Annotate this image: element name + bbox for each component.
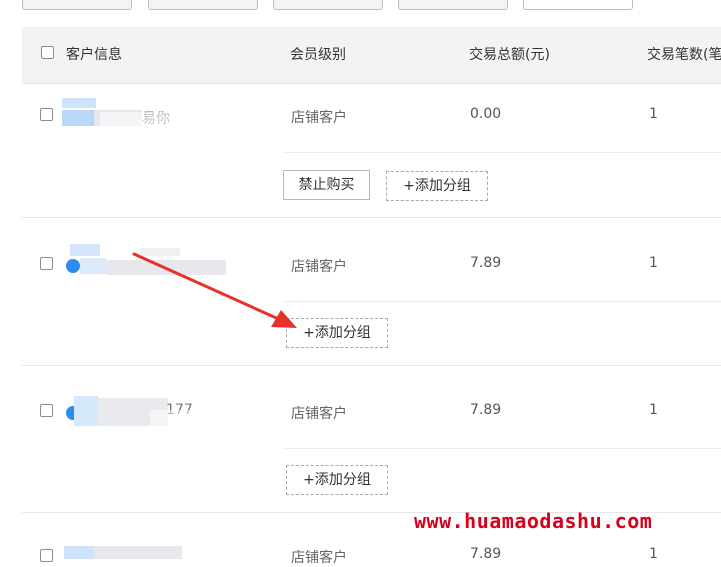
annotation-arrow-icon [132, 252, 297, 328]
watermark-text: www.huamaodashu.com [414, 509, 653, 533]
